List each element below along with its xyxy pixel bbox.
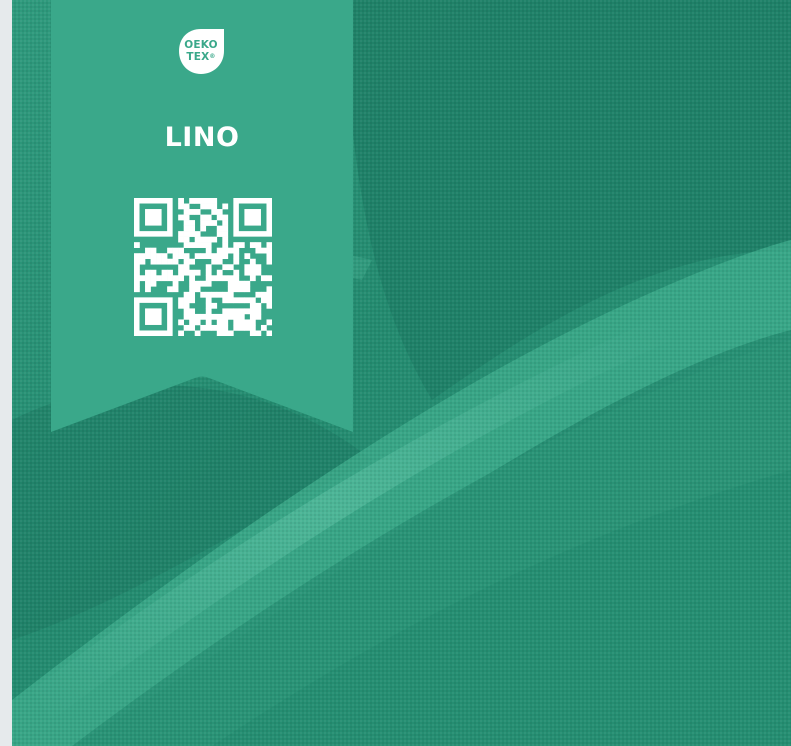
product-ribbon-label: OEKO TEX® LINO [51, 0, 353, 432]
product-title: LINO [164, 122, 240, 153]
qr-code-icon[interactable] [134, 198, 272, 336]
oeko-tex-wordmark: OEKO TEX® [178, 39, 224, 63]
qr-finder-pattern [233, 198, 272, 237]
product-label-page: OEKO TEX® LINO [0, 0, 791, 746]
qr-finder-pattern [134, 198, 173, 237]
left-margin-strip [0, 0, 12, 746]
qr-finder-pattern [134, 297, 173, 336]
oeko-tex-logo: OEKO TEX® [178, 28, 226, 76]
oeko-line1: OEKO [184, 39, 218, 51]
oeko-line2: TEX® [186, 51, 216, 63]
